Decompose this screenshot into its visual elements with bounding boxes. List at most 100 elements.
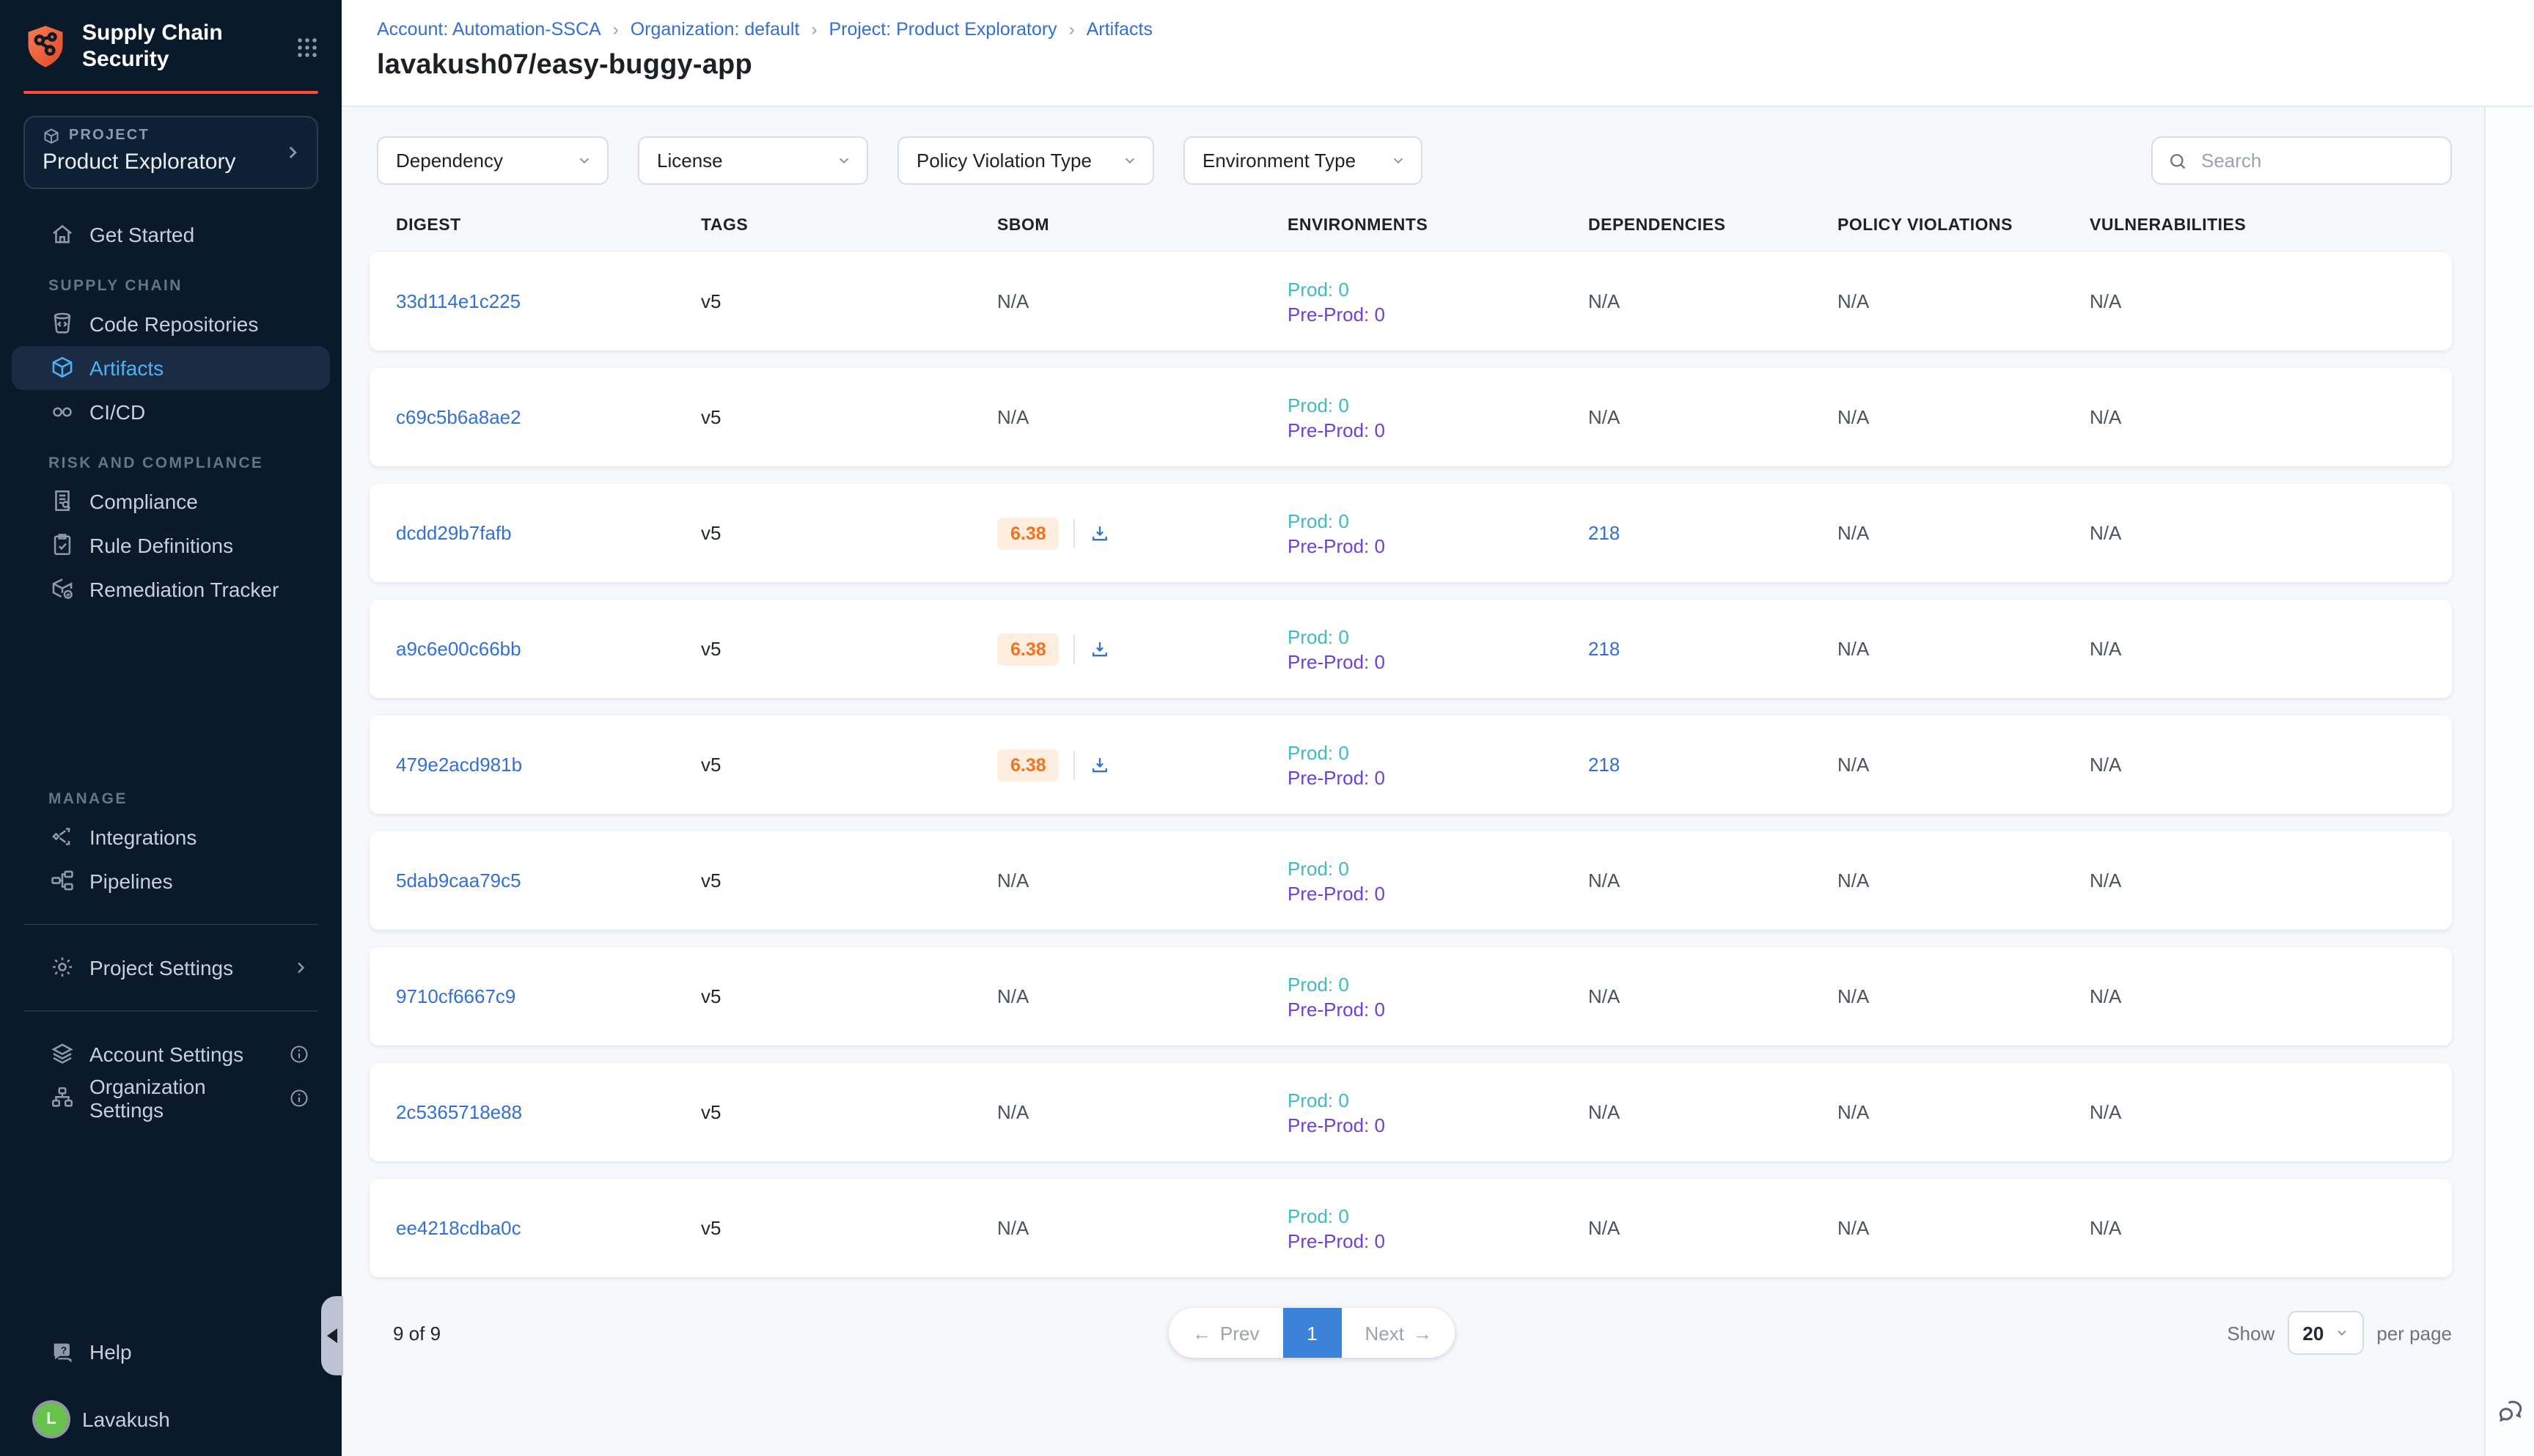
dependencies-cell: N/A	[1588, 1101, 1837, 1123]
breadcrumb-separator: ›	[1069, 19, 1075, 40]
table-row: ee4218cdba0c v5 N/A Prod: 0 Pre-Prod: 0 …	[370, 1179, 2452, 1277]
environments-cell: Prod: 0 Pre-Prod: 0	[1288, 508, 1588, 558]
license-filter-dropdown[interactable]: License	[638, 136, 868, 185]
env-prod: Prod: 0	[1288, 856, 1588, 880]
environment-type-filter-dropdown[interactable]: Environment Type	[1183, 136, 1422, 185]
sidebar-item-pipelines[interactable]: Pipelines	[12, 858, 330, 902]
dependencies-cell: N/A	[1588, 1217, 1837, 1239]
env-prod: Prod: 0	[1288, 392, 1588, 417]
breadcrumb-artifacts[interactable]: Artifacts	[1087, 19, 1153, 40]
info-icon[interactable]	[289, 1043, 309, 1064]
sidebar-item-integrations[interactable]: Integrations	[12, 815, 330, 858]
sidebar-collapse-handle[interactable]	[321, 1296, 343, 1375]
user-menu[interactable]: L Lavakush	[0, 1403, 342, 1435]
content-area: Dependency License Policy Violation Type	[342, 107, 2484, 1456]
env-prod: Prod: 0	[1288, 508, 1588, 533]
feedback-chat-icon[interactable]	[2495, 1397, 2524, 1427]
dependencies-link[interactable]: 218	[1588, 522, 1620, 544]
policy-violations-value: N/A	[1837, 522, 1869, 544]
vulnerabilities-cell: N/A	[2090, 638, 2452, 660]
product-title: Supply Chain Security	[82, 21, 246, 74]
col-environments: ENVIRONMENTS	[1288, 217, 1588, 235]
clipboard-check-icon	[50, 532, 75, 557]
dependencies-link[interactable]: 218	[1588, 638, 1620, 660]
dependencies-link[interactable]: 218	[1588, 754, 1620, 776]
digest-link[interactable]: 479e2acd981b	[396, 754, 522, 776]
svg-text:?: ?	[61, 1345, 67, 1356]
page-1-button[interactable]: 1	[1282, 1308, 1341, 1358]
digest-link[interactable]: dcdd29b7fafb	[396, 522, 512, 544]
col-tags: TAGS	[701, 217, 997, 235]
vulnerabilities-value: N/A	[2090, 869, 2121, 891]
arrow-right-icon: →	[1413, 1322, 1432, 1344]
supply-chain-security-logo-icon	[23, 24, 67, 71]
digest-link[interactable]: a9c6e00c66bb	[396, 638, 521, 660]
sidebar-nav: Get Started SUPPLY CHAIN Code Repositori…	[0, 188, 342, 1119]
sbom-download-icon[interactable]	[1090, 639, 1111, 659]
collapse-left-icon	[327, 1328, 337, 1343]
sidebar-item-remediation-tracker[interactable]: Remediation Tracker	[12, 567, 330, 611]
tags-cell: v5	[701, 290, 997, 312]
sidebar-item-cicd[interactable]: CI/CD	[12, 389, 330, 433]
sidebar-item-get-started[interactable]: Get Started	[12, 212, 330, 256]
info-icon[interactable]	[289, 1087, 309, 1108]
sidebar-item-artifacts[interactable]: Artifacts	[12, 345, 330, 389]
policy-violations-value: N/A	[1837, 1217, 1869, 1239]
sidebar-item-rule-definitions[interactable]: Rule Definitions	[12, 523, 330, 567]
breadcrumb-organization[interactable]: Organization: default	[631, 19, 800, 40]
project-selector[interactable]: PROJECT Product Exploratory	[23, 115, 318, 188]
app-root: Supply Chain Security PROJECT Product	[0, 0, 2534, 1456]
digest-link[interactable]: 33d114e1c225	[396, 290, 521, 312]
app-switcher-icon[interactable]	[296, 37, 318, 59]
table-header: DIGEST TAGS SBOM ENVIRONMENTS DEPENDENCI…	[370, 217, 2452, 235]
sidebar-item-compliance[interactable]: Compliance	[12, 479, 330, 523]
page-title: lavakush07/easy-buggy-app	[377, 50, 2499, 82]
sidebar-item-help[interactable]: ? Help	[12, 1330, 330, 1374]
breadcrumb-account[interactable]: Account: Automation-SSCA	[377, 19, 601, 40]
sbom-na: N/A	[997, 406, 1029, 428]
sbom-cell: N/A	[997, 869, 1288, 891]
breadcrumb-project[interactable]: Project: Product Exploratory	[829, 19, 1057, 40]
sidebar-item-organization-settings[interactable]: Organization Settings	[12, 1076, 330, 1119]
vulnerabilities-value: N/A	[2090, 1217, 2121, 1239]
main-area: Account: Automation-SSCA › Organization:…	[342, 0, 2534, 1456]
tag-value: v5	[701, 406, 721, 428]
project-cube-icon	[43, 127, 60, 144]
per-page-label: per page	[2376, 1322, 2452, 1344]
divider	[23, 1010, 318, 1011]
sbom-download-icon[interactable]	[1090, 523, 1111, 543]
search-input[interactable]	[2198, 148, 2436, 173]
digest-link[interactable]: 9710cf6667c9	[396, 985, 515, 1007]
digest-link[interactable]: ee4218cdba0c	[396, 1217, 521, 1239]
sidebar-item-account-settings[interactable]: Account Settings	[12, 1032, 330, 1076]
sbom-download-icon[interactable]	[1090, 754, 1111, 775]
digest-link[interactable]: 2c5365718e88	[396, 1101, 522, 1123]
sbom-cell: N/A	[997, 290, 1288, 312]
policy-violation-type-filter-dropdown[interactable]: Policy Violation Type	[897, 136, 1154, 185]
digest-link[interactable]: c69c5b6a8ae2	[396, 406, 521, 428]
home-icon	[50, 221, 75, 246]
sidebar-item-code-repositories[interactable]: Code Repositories	[12, 301, 330, 345]
policy-violations-cell: N/A	[1837, 290, 2090, 312]
flow-nodes-icon	[50, 868, 75, 893]
vulnerabilities-value: N/A	[2090, 638, 2121, 660]
next-page-button[interactable]: Next →	[1341, 1308, 1455, 1358]
policy-violations-cell: N/A	[1837, 869, 2090, 891]
table-row: 5dab9caa79c5 v5 N/A Prod: 0 Pre-Prod: 0 …	[370, 831, 2452, 930]
sidebar-item-label: Integrations	[89, 825, 197, 848]
sidebar-item-project-settings[interactable]: Project Settings	[12, 945, 330, 989]
box-icon	[50, 355, 75, 380]
digest-link[interactable]: 5dab9caa79c5	[396, 869, 521, 891]
vulnerabilities-cell: N/A	[2090, 754, 2452, 776]
chat-question-icon: ?	[50, 1339, 75, 1364]
dependency-filter-dropdown[interactable]: Dependency	[377, 136, 609, 185]
policy-violations-value: N/A	[1837, 290, 1869, 312]
document-search-icon	[50, 488, 75, 513]
prev-page-button[interactable]: ← Prev	[1169, 1308, 1282, 1358]
digest-cell: dcdd29b7fafb	[396, 522, 701, 544]
divider	[23, 923, 318, 924]
tag-value: v5	[701, 1217, 721, 1239]
brand-divider	[23, 90, 318, 93]
dependencies-cell: N/A	[1588, 869, 1837, 891]
page-size-dropdown[interactable]: 20	[2288, 1311, 2363, 1355]
